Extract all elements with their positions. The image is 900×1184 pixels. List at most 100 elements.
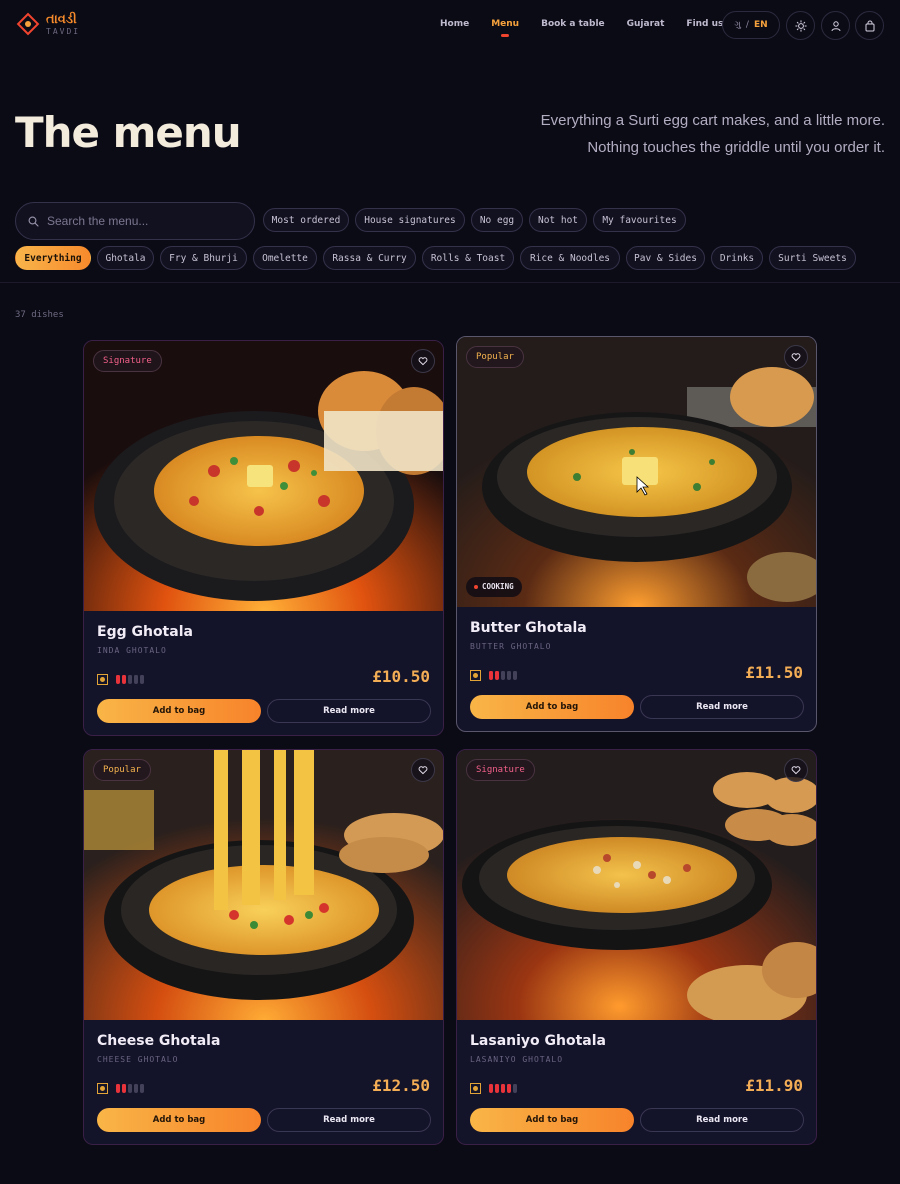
category-omelette[interactable]: Omelette [253, 246, 317, 270]
spice-level [489, 1084, 517, 1093]
veg-indicator-icon [470, 670, 481, 681]
add-to-bag-button[interactable]: Add to bag [97, 1108, 261, 1132]
page-title: The menu [15, 108, 242, 157]
heart-icon [791, 353, 801, 362]
favourite-button[interactable] [784, 758, 808, 782]
badge-popular: Popular [466, 346, 524, 368]
dish-photo [84, 750, 443, 1020]
dish-card[interactable]: Signature Egg Ghotala INDA GHOTALO £10.5… [83, 340, 444, 736]
dish-photo [457, 750, 816, 1020]
favourite-button[interactable] [411, 349, 435, 373]
chili-icon [140, 675, 144, 684]
nav-menu[interactable]: Menu [491, 19, 519, 37]
page-subtitle: Everything a Surti egg cart makes, and a… [541, 107, 885, 161]
badge-popular: Popular [93, 759, 151, 781]
search-input[interactable] [47, 214, 237, 228]
brand-name-gujarati: તાવડી [46, 11, 77, 27]
cooking-status-label: COOKING [482, 582, 514, 591]
chili-icon [495, 671, 499, 680]
dish-card[interactable]: Signature Lasaniyo Ghotala LASANIYO GHOT… [456, 749, 817, 1145]
dish-gujarati-name: LASANIYO GHOTALO [470, 1055, 564, 1064]
chili-icon [501, 671, 505, 680]
language-toggle[interactable]: ગુ / EN [722, 11, 780, 39]
category-ghotala[interactable]: Ghotala [97, 246, 154, 270]
category-fry-bhurji[interactable]: Fry & Bhurji [160, 246, 247, 270]
chili-icon [513, 671, 517, 680]
heart-icon [791, 766, 801, 775]
brand-name-english: TAVDI [46, 26, 81, 36]
read-more-button[interactable]: Read more [267, 699, 431, 723]
category-rice-noodles[interactable]: Rice & Noodles [520, 246, 620, 270]
read-more-button[interactable]: Read more [640, 1108, 804, 1132]
dish-card[interactable]: Popular COOKING Butter Ghotala BUTTER GH… [456, 336, 817, 732]
nav-gujarat[interactable]: Gujarat [627, 19, 665, 29]
chili-icon [489, 1084, 493, 1093]
chili-icon [513, 1084, 517, 1093]
category-everything[interactable]: Everything [15, 246, 91, 270]
dish-name: Butter Ghotala [470, 620, 587, 636]
lang-gujarati: ગુ [734, 20, 741, 30]
chili-icon [116, 675, 120, 684]
lang-separator: / [745, 20, 749, 30]
add-to-bag-button[interactable]: Add to bag [97, 699, 261, 723]
heart-icon [418, 766, 428, 775]
subtitle-line-1: Everything a Surti egg cart makes, and a… [540, 112, 885, 129]
chili-icon [501, 1084, 505, 1093]
spice-level [116, 675, 144, 684]
dish-name: Cheese Ghotala [97, 1033, 221, 1049]
favourite-button[interactable] [411, 758, 435, 782]
chili-icon [122, 675, 126, 684]
nav-find-us[interactable]: Find us [686, 19, 723, 29]
category-surti-sweets[interactable]: Surti Sweets [769, 246, 856, 270]
dish-gujarati-name: INDA GHOTALO [97, 646, 167, 655]
brand-logo[interactable]: તાવડી TAVDI [16, 12, 80, 36]
dish-gujarati-name: BUTTER GHOTALO [470, 642, 552, 651]
theme-toggle-button[interactable] [786, 11, 815, 40]
chili-icon [128, 675, 132, 684]
bag-button[interactable] [855, 11, 884, 40]
dish-photo [457, 337, 816, 607]
chili-icon [116, 1084, 120, 1093]
veg-indicator-icon [470, 1083, 481, 1094]
chili-icon [507, 671, 511, 680]
filter-house-signatures[interactable]: House signatures [355, 208, 465, 232]
category-pav-sides[interactable]: Pav & Sides [626, 246, 705, 270]
filter-no-egg[interactable]: No egg [471, 208, 523, 232]
category-rolls-toast[interactable]: Rolls & Toast [422, 246, 514, 270]
favourite-button[interactable] [784, 345, 808, 369]
sun-icon [794, 19, 807, 32]
lang-english: EN [753, 20, 768, 30]
category-drinks[interactable]: Drinks [711, 246, 763, 270]
read-more-button[interactable]: Read more [640, 695, 804, 719]
results-count: 37 dishes [15, 310, 64, 320]
account-button[interactable] [821, 11, 850, 40]
live-dot-icon [474, 585, 478, 589]
dish-name: Egg Ghotala [97, 624, 193, 640]
badge-signature: Signature [466, 759, 535, 781]
chili-icon [128, 1084, 132, 1093]
chili-icon [122, 1084, 126, 1093]
add-to-bag-button[interactable]: Add to bag [470, 1108, 634, 1132]
chili-icon [140, 1084, 144, 1093]
chili-icon [495, 1084, 499, 1093]
dish-card[interactable]: Popular Cheese Ghotala CHEESE GHOTALO £1… [83, 749, 444, 1145]
filter-my-favourites[interactable]: My favourites [593, 208, 686, 232]
search-box[interactable] [15, 202, 255, 240]
cooking-status: COOKING [466, 577, 522, 597]
dish-price: £12.50 [372, 1076, 430, 1095]
veg-indicator-icon [97, 1083, 108, 1094]
nav-book-a-table[interactable]: Book a table [541, 19, 605, 29]
dish-price: £11.50 [745, 663, 803, 682]
read-more-button[interactable]: Read more [267, 1108, 431, 1132]
filter-most-ordered[interactable]: Most ordered [263, 208, 349, 232]
search-icon [28, 216, 39, 227]
chili-icon [507, 1084, 511, 1093]
veg-indicator-icon [97, 674, 108, 685]
filter-not-hot[interactable]: Not hot [529, 208, 587, 232]
dish-photo [84, 341, 443, 611]
category-rassa-curry[interactable]: Rassa & Curry [323, 246, 416, 270]
shopping-bag-icon [865, 20, 874, 31]
add-to-bag-button[interactable]: Add to bag [470, 695, 634, 719]
nav-home[interactable]: Home [440, 19, 469, 29]
spice-level [489, 671, 517, 680]
